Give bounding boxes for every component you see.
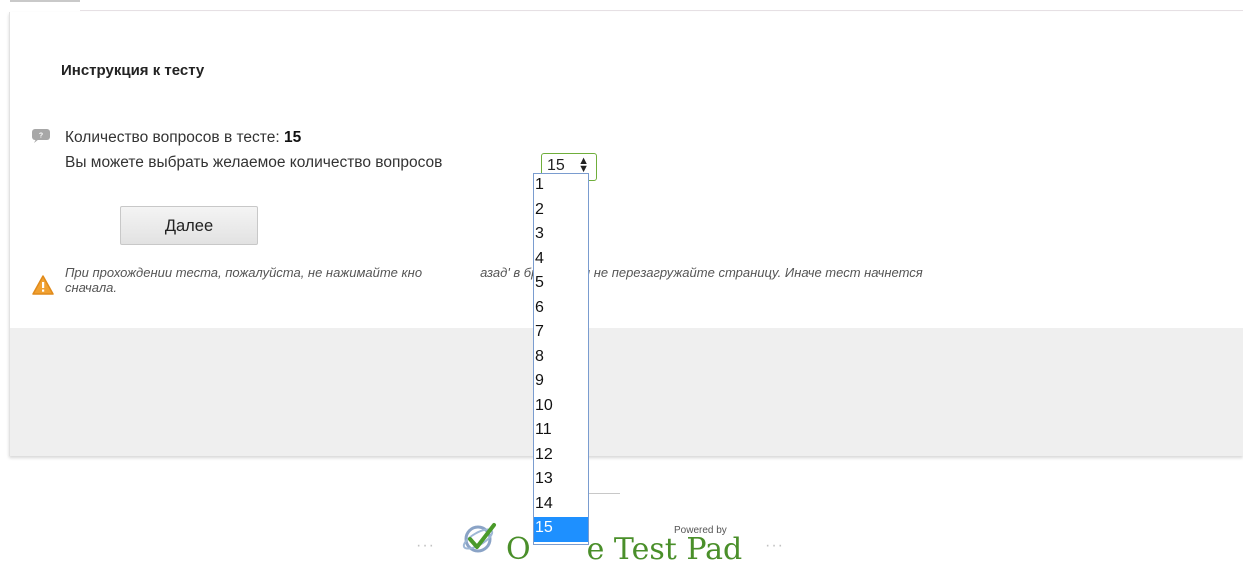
dropdown-option[interactable]: 15: [534, 517, 588, 542]
warning-text-part1: При прохождении теста, пожалуйста, не на…: [65, 265, 423, 280]
footer-dots-right: ···: [765, 537, 784, 554]
warning-text: При прохождении теста, пожалуйста, не на…: [65, 265, 1215, 295]
dropdown-option[interactable]: 11: [534, 419, 588, 444]
warning-text-line2: сначала.: [65, 280, 117, 295]
select-value: 15: [547, 157, 565, 174]
tab-indicator: [10, 0, 80, 2]
dropdown-option[interactable]: 6: [534, 297, 588, 322]
online-test-pad-logo-icon[interactable]: [460, 517, 500, 557]
top-divider: [80, 10, 1243, 11]
dropdown-option[interactable]: 5: [534, 272, 588, 297]
question-count-line: Количество вопросов в тесте: 15: [65, 129, 301, 147]
dropdown-option[interactable]: 1: [534, 174, 588, 199]
powered-by-footer: ··· Powered by Oe Test Pad ···: [410, 515, 810, 567]
brand-text-end: e Test Pad: [586, 532, 743, 567]
dropdown-option[interactable]: 9: [534, 370, 588, 395]
question-count-label: Количество вопросов в тесте:: [65, 129, 280, 146]
dropdown-option[interactable]: 2: [534, 199, 588, 224]
card-footer-area: [10, 328, 1243, 456]
dropdown-option[interactable]: 3: [534, 223, 588, 248]
brand-text-start: O: [506, 532, 531, 567]
dropdown-option[interactable]: 12: [534, 444, 588, 469]
question-bubble-icon: ?: [32, 129, 50, 143]
choose-count-label: Вы можете выбрать желаемое количество во…: [65, 154, 443, 171]
svg-text:?: ?: [39, 133, 43, 140]
dropdown-option[interactable]: 10: [534, 395, 588, 420]
dropdown-option[interactable]: 14: [534, 493, 588, 518]
dropdown-option[interactable]: 7: [534, 321, 588, 346]
dropdown-option[interactable]: 13: [534, 468, 588, 493]
warning-triangle-icon: [32, 275, 54, 295]
test-instructions-card: Инструкция к тесту ? Количество вопросов…: [9, 12, 1243, 456]
dropdown-option[interactable]: 8: [534, 346, 588, 371]
question-count-value: 15: [283, 129, 302, 146]
dropdown-option[interactable]: 4: [534, 248, 588, 273]
page-title: Инструкция к тесту: [61, 62, 205, 79]
footer-dots-left: ···: [416, 537, 435, 554]
select-arrows-icon: ▲ ▼: [578, 155, 589, 175]
next-button[interactable]: Далее: [120, 206, 258, 245]
question-count-dropdown-list[interactable]: 1 2 3 4 5 6 7 8 9 10 11 12 13 14 15: [533, 173, 589, 545]
